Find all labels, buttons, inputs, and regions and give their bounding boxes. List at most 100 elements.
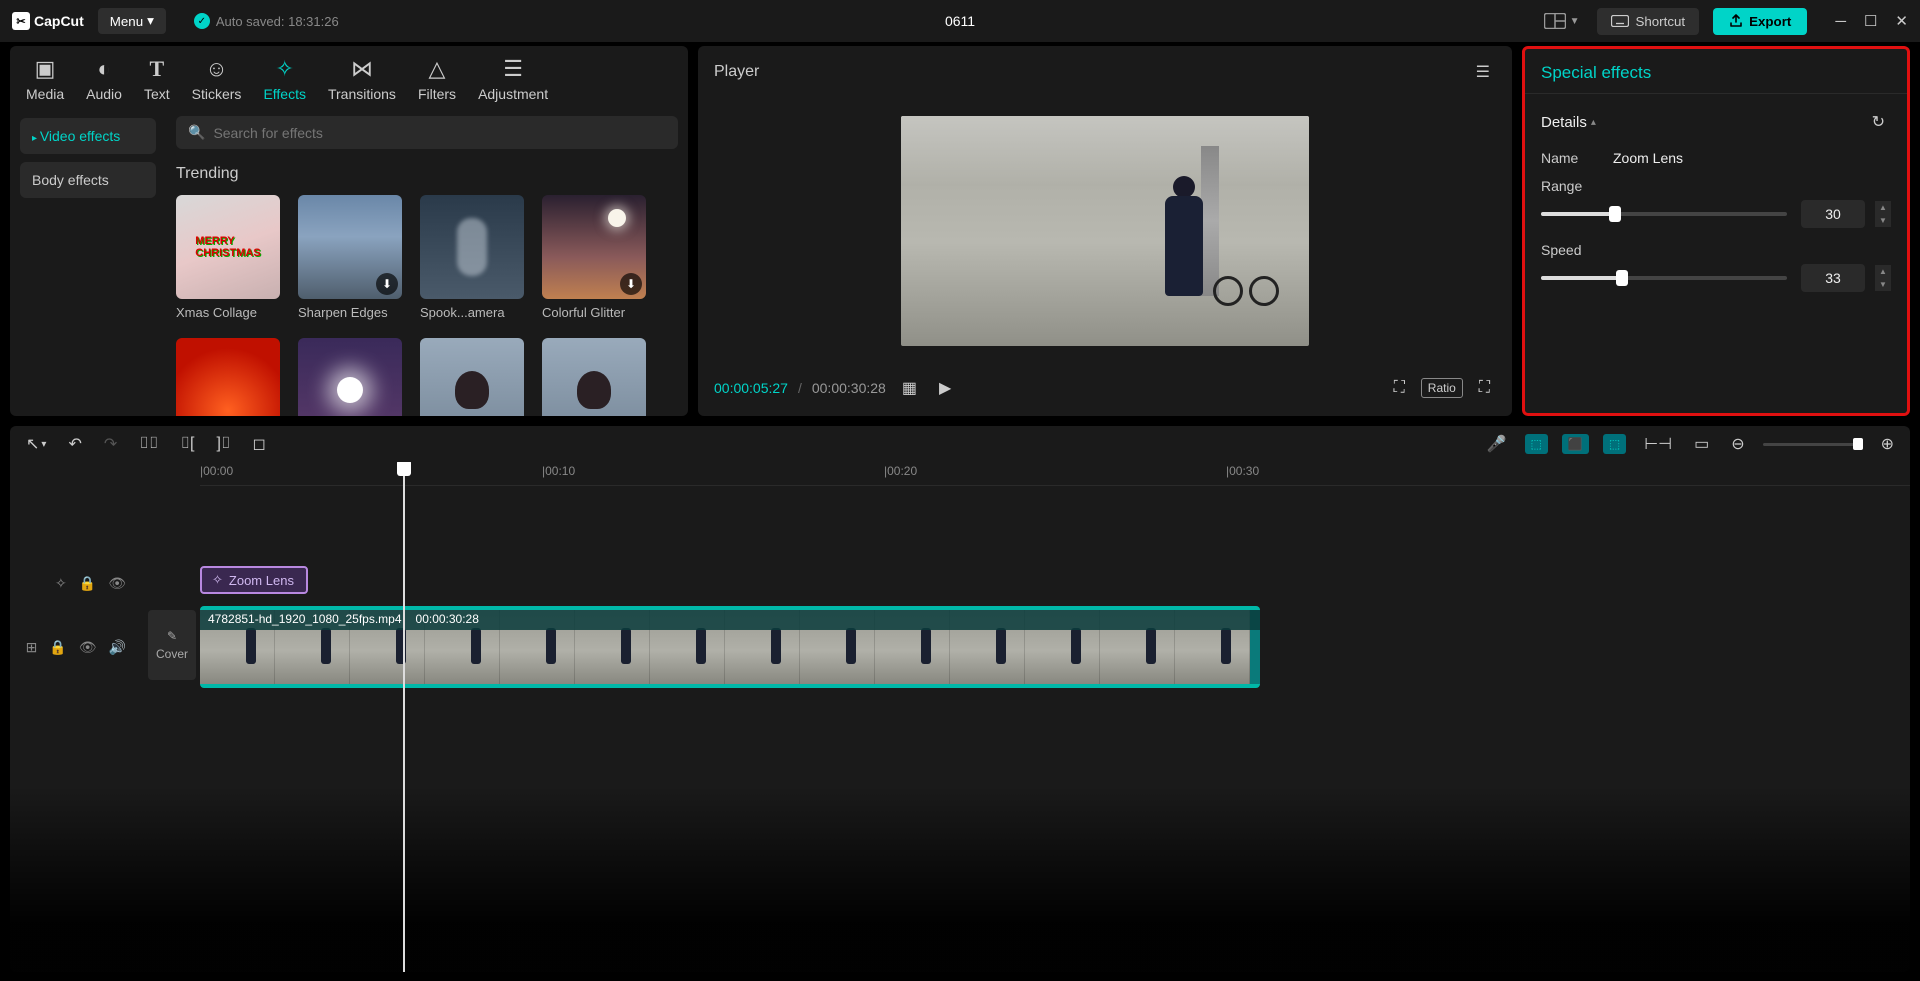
cover-button[interactable]: ✎ Cover <box>148 610 196 680</box>
lock-icon[interactable]: 🔒 <box>49 639 66 656</box>
effect-name: Xmas Collage <box>176 305 280 320</box>
effect-track-icon[interactable]: ✧ <box>55 575 67 592</box>
effect-thumb <box>420 195 524 299</box>
track-effect: ✧ 🔒 👁 ✧ Zoom Lens <box>10 566 1910 600</box>
player-video[interactable] <box>901 116 1309 346</box>
menu-button[interactable]: Menu ▾ <box>98 8 166 34</box>
grid-button[interactable]: ▦ <box>896 374 923 402</box>
prop-label-speed: Speed <box>1541 242 1597 258</box>
range-slider[interactable] <box>1541 212 1787 216</box>
download-icon[interactable]: ⬇ <box>376 273 398 295</box>
focus-icon: ⛶ <box>1394 379 1405 396</box>
layout-icon <box>1544 13 1566 29</box>
undo-icon: ↶ <box>68 434 81 454</box>
player-title: Player <box>714 63 759 81</box>
effect-card[interactable] <box>420 338 524 416</box>
speed-slider[interactable] <box>1541 276 1787 280</box>
tab-filters[interactable]: △Filters <box>418 56 456 102</box>
align-button[interactable]: ⊢⊣ <box>1640 430 1676 458</box>
app-logo: ✂ CapCut <box>12 12 84 30</box>
range-step-down[interactable]: ▼ <box>1875 214 1891 227</box>
effect-clip[interactable]: ✧ Zoom Lens <box>200 566 308 594</box>
effect-card[interactable]: ⬇ Colorful Glitter <box>542 195 646 320</box>
effect-card[interactable]: Spook...amera <box>420 195 524 320</box>
tab-media[interactable]: ▣Media <box>26 56 64 102</box>
ratio-button[interactable]: Ratio <box>1421 378 1463 398</box>
magnet-left-toggle[interactable]: ⬚ <box>1525 434 1548 454</box>
speed-step-down[interactable]: ▼ <box>1875 278 1891 291</box>
sidebar-body-effects[interactable]: Body effects <box>20 162 156 198</box>
media-icon: ▣ <box>35 56 56 82</box>
timeline-ruler[interactable]: |00:00 |00:10 |00:20 |00:30 <box>200 462 1910 486</box>
eye-icon[interactable]: 👁 <box>108 575 126 592</box>
effect-card[interactable]: MERRYCHRISTMAS Xmas Collage <box>176 195 280 320</box>
search-input[interactable] <box>213 125 666 141</box>
zoom-in-button[interactable]: ⊕ <box>1877 430 1898 458</box>
layout-button[interactable]: ▼ <box>1540 9 1584 33</box>
zoom-out-icon: ⊖ <box>1731 434 1744 454</box>
speed-input[interactable] <box>1801 264 1865 292</box>
tab-stickers[interactable]: ☺Stickers <box>192 56 242 102</box>
props-section-details[interactable]: Details ▴ <box>1541 114 1596 131</box>
search-box[interactable]: 🔍 <box>176 116 678 149</box>
project-title: 0611 <box>945 13 975 29</box>
play-icon: ▶ <box>939 380 951 397</box>
trim-left-button[interactable]: ⌷[ <box>176 431 198 457</box>
playhead[interactable] <box>403 462 405 972</box>
eye-icon[interactable]: 👁 <box>79 639 97 656</box>
shortcut-button[interactable]: Shortcut <box>1597 8 1699 35</box>
props-tab-special-effects[interactable]: Special effects <box>1541 63 1651 82</box>
effect-thumb: MERRYCHRISTMAS <box>176 195 280 299</box>
crop-button[interactable]: ◻ <box>249 430 270 458</box>
timeline-toolbar: ↖▾ ↶ ↷ ⌷⌷ ⌷[ ]⌷ ◻ 🎤 ⬚ ⬛ ⬚ ⊢⊣ ▭ ⊖ ⊕ <box>10 426 1910 462</box>
play-button[interactable]: ▶ <box>933 374 957 402</box>
trim-right-button[interactable]: ]⌷ <box>213 431 235 457</box>
timeline[interactable]: |00:00 |00:10 |00:20 |00:30 ✧ 🔒 👁 ✧ Zoom… <box>10 462 1910 972</box>
pencil-icon: ✎ <box>167 629 177 643</box>
effect-card[interactable]: ⬇ Sharpen Edges <box>298 195 402 320</box>
magnet-right-toggle[interactable]: ⬚ <box>1603 434 1626 454</box>
effect-card[interactable] <box>542 338 646 416</box>
effect-card[interactable] <box>298 338 402 416</box>
mic-button[interactable]: 🎤 <box>1483 430 1511 458</box>
crop-icon: ◻ <box>253 434 266 454</box>
search-icon: 🔍 <box>188 124 205 141</box>
effect-thumb: ⬇ <box>298 195 402 299</box>
range-input[interactable] <box>1801 200 1865 228</box>
effect-card[interactable] <box>176 338 280 416</box>
fullscreen-button[interactable]: ⛶ <box>1473 375 1496 401</box>
autosave-status: ✓ Auto saved: 18:31:26 <box>194 13 339 29</box>
minimize-button[interactable]: ─ <box>1835 12 1846 30</box>
tab-audio[interactable]: ◐Audio <box>86 56 122 102</box>
cursor-icon: ↖ <box>26 434 39 454</box>
focus-button[interactable]: ⛶ <box>1388 375 1411 401</box>
tab-text[interactable]: TText <box>144 56 170 102</box>
magnet-center-toggle[interactable]: ⬛ <box>1562 434 1589 454</box>
cursor-tool[interactable]: ↖▾ <box>22 430 50 458</box>
zoom-slider[interactable] <box>1763 443 1863 446</box>
chevron-down-icon: ▾ <box>147 13 154 29</box>
tab-effects[interactable]: ✧Effects <box>263 56 306 102</box>
export-button[interactable]: Export <box>1713 8 1807 35</box>
tab-adjustment[interactable]: ☰Adjustment <box>478 56 548 102</box>
zoom-out-button[interactable]: ⊖ <box>1727 430 1748 458</box>
player-menu-button[interactable]: ☰ <box>1470 58 1496 86</box>
maximize-button[interactable]: ☐ <box>1864 12 1877 30</box>
lock-icon[interactable]: 🔒 <box>79 575 96 592</box>
prop-label-name: Name <box>1541 150 1597 166</box>
transitions-icon: ⋈ <box>351 56 373 82</box>
range-step-up[interactable]: ▲ <box>1875 201 1891 214</box>
split-button[interactable]: ⌷⌷ <box>135 431 162 457</box>
speed-step-up[interactable]: ▲ <box>1875 265 1891 278</box>
download-icon[interactable]: ⬇ <box>620 273 642 295</box>
media-clip[interactable]: 4782851-hd_1920_1080_25fps.mp4 00:00:30:… <box>200 606 1260 688</box>
preview-button[interactable]: ▭ <box>1690 430 1713 458</box>
reset-button[interactable]: ↻ <box>1866 108 1891 136</box>
add-track-icon[interactable]: ⊞ <box>26 639 38 656</box>
redo-button[interactable]: ↷ <box>100 430 121 458</box>
sidebar-video-effects[interactable]: ▸ Video effects <box>20 118 156 154</box>
undo-button[interactable]: ↶ <box>64 430 85 458</box>
close-button[interactable]: ✕ <box>1895 12 1908 30</box>
tab-transitions[interactable]: ⋈Transitions <box>328 56 396 102</box>
mute-icon[interactable]: 🔊 <box>109 639 126 656</box>
